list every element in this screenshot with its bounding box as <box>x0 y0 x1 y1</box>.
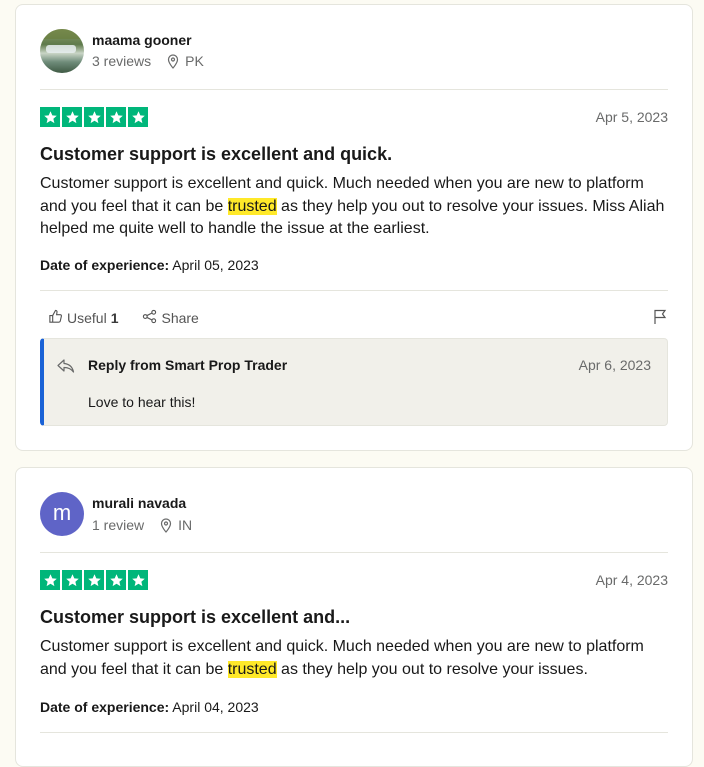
reviewer-avatar[interactable]: m <box>40 492 84 536</box>
company-reply: Reply from Smart Prop Trader Apr 6, 2023… <box>40 338 668 426</box>
star-icon <box>84 570 104 590</box>
star-icon <box>40 570 60 590</box>
star-icon <box>128 107 148 127</box>
review-card: maama gooner 3 reviews PK Apr 5, 2023 Cu… <box>15 4 693 451</box>
review-date: Apr 5, 2023 <box>595 109 668 125</box>
review-title[interactable]: Customer support is excellent and... <box>40 607 350 628</box>
location-pin-icon <box>160 517 172 533</box>
review-text: as they help you out to resolve your iss… <box>276 660 588 678</box>
review-count: 3 reviews <box>92 53 152 69</box>
review-title[interactable]: Customer support is excellent and quick. <box>40 144 392 165</box>
review-actions: Useful 1 Share <box>40 307 668 329</box>
star-icon <box>40 107 60 127</box>
highlighted-term: trusted <box>227 197 277 215</box>
date-of-experience-value: April 05, 2023 <box>172 257 259 273</box>
useful-button[interactable]: Useful 1 <box>48 309 118 327</box>
useful-label: Useful <box>67 310 107 326</box>
reviewer-name[interactable]: murali navada <box>92 495 186 511</box>
reply-arrow-icon <box>57 359 75 378</box>
star-icon <box>62 107 82 127</box>
star-icon <box>84 107 104 127</box>
thumbs-up-icon <box>48 309 63 327</box>
reviewer-country: PK <box>185 53 204 69</box>
location-pin-icon <box>167 53 179 69</box>
star-rating <box>40 107 148 127</box>
share-button[interactable]: Share <box>142 309 199 327</box>
date-of-experience: Date of experience: April 04, 2023 <box>40 699 259 715</box>
date-of-experience-label: Date of experience: <box>40 257 170 273</box>
flag-icon[interactable] <box>652 309 668 328</box>
useful-count: 1 <box>110 310 119 326</box>
date-of-experience-label: Date of experience: <box>40 699 170 715</box>
share-label: Share <box>161 310 199 326</box>
review-date: Apr 4, 2023 <box>595 572 668 588</box>
share-icon <box>142 309 157 327</box>
divider <box>40 89 668 90</box>
reviewer-meta: 1 review IN <box>92 517 192 533</box>
reviewer-meta: 3 reviews PK <box>92 53 204 69</box>
highlighted-term: trusted <box>227 660 277 678</box>
star-icon <box>128 570 148 590</box>
reply-date: Apr 6, 2023 <box>578 357 651 373</box>
divider <box>40 552 668 553</box>
reply-title: Reply from Smart Prop Trader <box>88 357 288 373</box>
divider <box>40 290 668 291</box>
review-body: Customer support is excellent and quick.… <box>40 636 670 681</box>
star-rating <box>40 570 148 590</box>
reviewer-avatar[interactable] <box>40 29 84 73</box>
review-card: m murali navada 1 review IN Apr 4, 2023 … <box>15 467 693 767</box>
review-count: 1 review <box>92 517 145 533</box>
star-icon <box>106 570 126 590</box>
star-icon <box>106 107 126 127</box>
review-body: Customer support is excellent and quick.… <box>40 173 670 241</box>
date-of-experience-value: April 04, 2023 <box>172 699 259 715</box>
star-icon <box>62 570 82 590</box>
reply-text: Love to hear this! <box>88 394 196 410</box>
reviewer-name[interactable]: maama gooner <box>92 32 192 48</box>
reviewer-country: IN <box>178 517 193 533</box>
date-of-experience: Date of experience: April 05, 2023 <box>40 257 259 273</box>
